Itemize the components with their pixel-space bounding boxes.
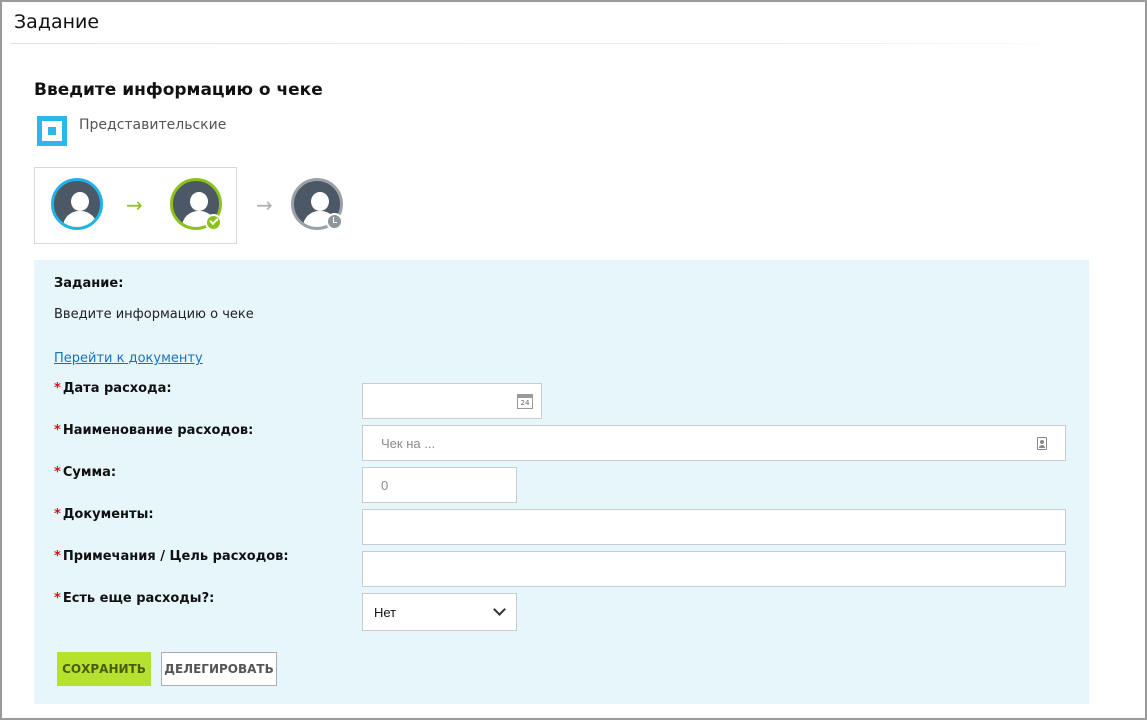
clock-badge-icon (326, 213, 343, 230)
title-divider (10, 43, 1090, 44)
calendar-icon[interactable]: 24 (517, 394, 533, 409)
arrow-right-icon: → (256, 193, 273, 217)
amount-label: * Сумма: (54, 465, 117, 480)
notes-label: * Примечания / Цель расходов: (54, 549, 289, 564)
address-book-icon[interactable] (1037, 437, 1047, 450)
amount-input[interactable]: 0 (362, 467, 517, 503)
required-mark: * (54, 507, 61, 522)
more-expenses-value: Нет (374, 605, 397, 620)
required-mark: * (54, 549, 61, 564)
more-expenses-label: * Есть еще расходы?: (54, 591, 215, 606)
more-expenses-select[interactable]: Нет (362, 593, 517, 631)
required-mark: * (54, 465, 61, 480)
delegate-button[interactable]: ДЕЛЕГИРОВАТЬ (161, 652, 277, 686)
expense-name-input[interactable]: Чек на ... (362, 425, 1066, 461)
task-panel (34, 260, 1089, 704)
task-text: Введите информацию о чеке (54, 307, 254, 322)
notes-input[interactable] (362, 551, 1066, 587)
task-label: Задание: (54, 276, 124, 291)
workflow-step-current-avatar[interactable] (51, 178, 103, 230)
required-mark: * (54, 591, 61, 606)
page-title: Задание (14, 11, 100, 33)
user-avatar-icon (311, 192, 329, 211)
user-avatar-icon (190, 192, 208, 211)
user-avatar-icon (71, 192, 89, 211)
expense-date-label: * Дата расхода: (54, 381, 172, 396)
required-mark: * (54, 423, 61, 438)
go-to-document-link[interactable]: Перейти к документу (54, 351, 203, 366)
expense-name-label: * Наименование расходов: (54, 423, 254, 438)
chevron-down-icon (493, 603, 506, 616)
required-mark: * (54, 381, 61, 396)
form-heading: Введите информацию о чеке (34, 80, 323, 100)
save-button[interactable]: СОХРАНИТЬ (57, 652, 151, 686)
amount-value: 0 (381, 478, 389, 493)
expense-name-placeholder: Чек на ... (381, 436, 436, 451)
documents-input[interactable] (362, 509, 1066, 545)
category-label: Представительские (79, 117, 227, 133)
documents-label: * Документы: (54, 507, 154, 522)
check-badge-icon (205, 214, 222, 231)
arrow-right-icon: → (126, 193, 143, 217)
category-square-icon (37, 116, 67, 146)
expense-date-input[interactable]: 24 (362, 383, 542, 419)
